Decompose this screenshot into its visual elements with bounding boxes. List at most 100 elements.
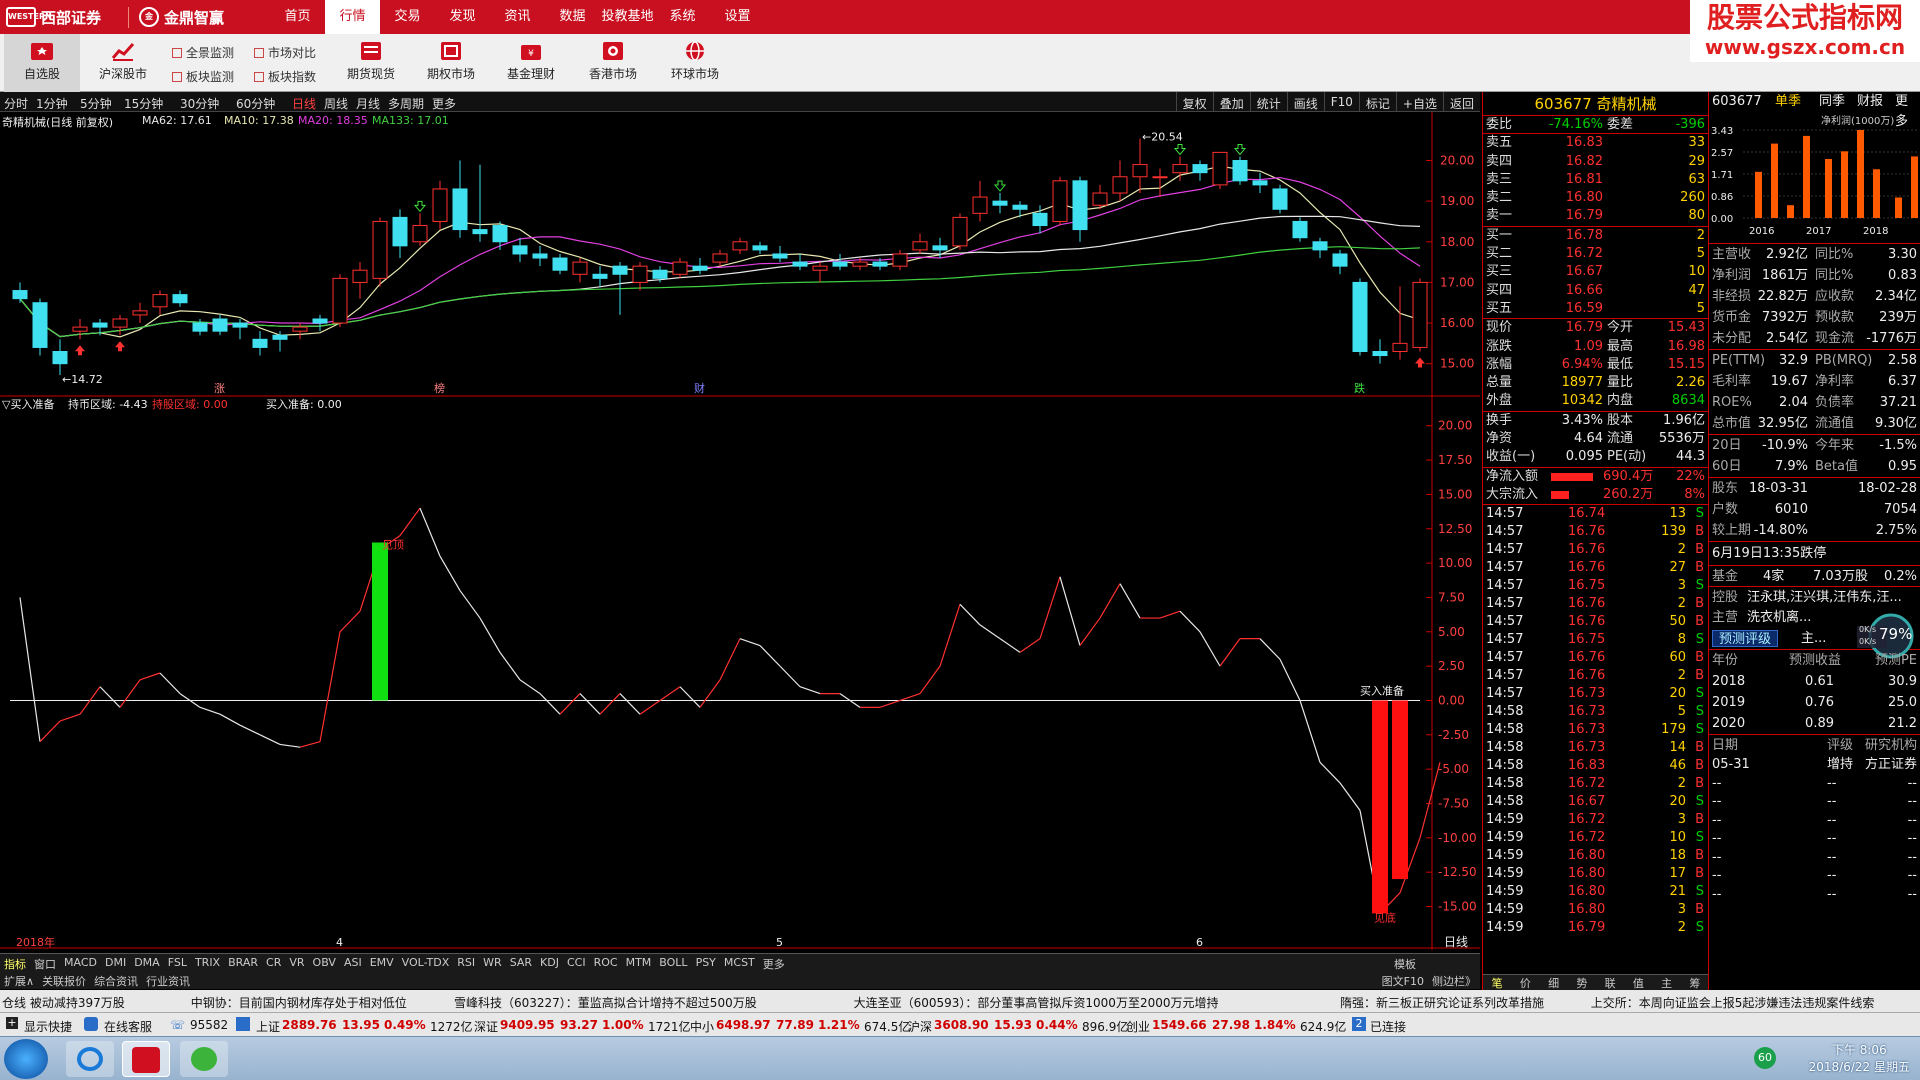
rating-button[interactable]: 预测评级 xyxy=(1712,630,1779,647)
candlestick-series[interactable] xyxy=(12,138,1428,376)
indicator-tab-18[interactable]: CCI xyxy=(563,954,590,971)
ext-tab-right-1[interactable]: 侧边栏》 xyxy=(1428,971,1480,989)
candle[interactable] xyxy=(332,274,348,328)
candle[interactable] xyxy=(252,331,268,356)
indicator-tab-8[interactable]: CR xyxy=(262,954,285,971)
news-item-0[interactable]: 仓线 被动减持397万股 xyxy=(2,994,125,1011)
candle[interactable] xyxy=(1272,184,1288,214)
menu-item-2[interactable]: 交易 xyxy=(380,0,435,34)
candle[interactable] xyxy=(692,258,708,275)
indicator-tab-14[interactable]: RSI xyxy=(453,954,479,971)
order-row[interactable]: 卖三 16.81 63 xyxy=(1483,171,1708,189)
ext-tab-1[interactable]: 关联报价 xyxy=(38,971,90,989)
event-marker-0[interactable]: 涨 xyxy=(214,382,225,395)
candle[interactable] xyxy=(1052,176,1068,226)
indicator-tab-right-0[interactable]: 模板 xyxy=(1390,954,1420,971)
chart-func-6[interactable]: +自选 xyxy=(1395,92,1443,112)
event-marker-3[interactable]: 跌 xyxy=(1354,381,1365,395)
candle[interactable] xyxy=(832,253,848,271)
indicator-tab-7[interactable]: BRAR xyxy=(224,954,262,971)
news-ticker[interactable]: 仓线 被动减持397万股 中钢协：目前国内钢材库存处于相对低位 雪峰科技（60322… xyxy=(0,990,1920,1012)
candle[interactable] xyxy=(632,262,648,291)
period-tab-7[interactable]: 周线 xyxy=(324,95,348,112)
candle[interactable] xyxy=(272,331,288,352)
event-marker-1[interactable]: 榜 xyxy=(434,381,445,395)
candle[interactable] xyxy=(1132,138,1148,194)
indicator-tab-19[interactable]: ROC xyxy=(590,954,622,971)
candle[interactable] xyxy=(1312,237,1328,259)
candle[interactable] xyxy=(52,339,68,376)
candle[interactable] xyxy=(512,237,528,263)
candle[interactable] xyxy=(212,314,228,336)
chart-canvas[interactable]: 20.00 19.00 18.00 17.00 16.00 15.00 ←20.54 ←14… xyxy=(0,112,1480,952)
candle[interactable] xyxy=(1292,217,1308,242)
taskbar-browser-icon[interactable] xyxy=(180,1041,228,1077)
candle[interactable] xyxy=(972,180,988,222)
f10-tab-2[interactable]: 同季 xyxy=(1819,92,1845,112)
indicator-tab-4[interactable]: DMA xyxy=(130,954,164,971)
tick-list[interactable]: 14:57 16.74 13 S 14:57 16.76 139 B 14:57 16.76 2 B 1… xyxy=(1483,505,1708,937)
event-notice[interactable]: 6月19日13:35跌停 xyxy=(1709,541,1920,565)
candle[interactable] xyxy=(432,180,448,230)
candle[interactable] xyxy=(472,164,488,242)
order-row[interactable]: 卖一 16.79 80 xyxy=(1483,207,1708,225)
indicator-tab-20[interactable]: MTM xyxy=(622,954,656,971)
menu-item-0[interactable]: 首页 xyxy=(270,0,325,34)
candle[interactable] xyxy=(452,160,468,238)
indicator-tab-10[interactable]: OBV xyxy=(309,954,340,971)
period-tab-6[interactable]: 日线 xyxy=(292,95,316,112)
candle[interactable] xyxy=(712,249,728,267)
order-row[interactable]: 卖五 16.83 33 xyxy=(1483,134,1708,152)
period-tab-9[interactable]: 多周期 xyxy=(388,95,424,112)
menu-item-4[interactable]: 资讯 xyxy=(490,0,545,34)
rating-row[interactable]: -- -- -- xyxy=(1709,775,1920,794)
indicator-tab-24[interactable]: 更多 xyxy=(759,954,789,971)
indicator-tab-9[interactable]: VR xyxy=(285,954,308,971)
bottom-signal-bar[interactable] xyxy=(1372,700,1388,914)
candle[interactable] xyxy=(172,290,188,307)
menu-item-5[interactable]: 数据 xyxy=(545,0,600,34)
taskbar-clock[interactable]: 下午 8:06 2018/6/22 星期五 xyxy=(1809,1042,1910,1076)
candle[interactable] xyxy=(232,318,248,340)
indicator-tab-17[interactable]: KDJ xyxy=(536,954,563,971)
menu-item-1[interactable]: 行情 xyxy=(325,0,380,34)
ext-tab-right-0[interactable]: 图文F10 xyxy=(1378,971,1428,989)
candle[interactable] xyxy=(1172,156,1188,181)
candle[interactable] xyxy=(732,237,748,254)
candle[interactable] xyxy=(412,213,428,246)
candle[interactable] xyxy=(952,213,968,250)
indicator-tab-1[interactable]: 窗口 xyxy=(30,954,60,971)
online-service-button[interactable]: 在线客服 xyxy=(104,1018,152,1035)
candle[interactable] xyxy=(12,282,28,303)
taskbar-ie-icon[interactable] xyxy=(66,1041,114,1077)
chart-func-7[interactable]: 返回 xyxy=(1442,92,1480,112)
indicator-tab-15[interactable]: WR xyxy=(479,954,506,971)
indicator-tab-3[interactable]: DMI xyxy=(101,954,130,971)
event-marker-2[interactable]: 财 xyxy=(694,381,705,395)
candle[interactable] xyxy=(112,314,128,336)
broker-logo[interactable]: WESTERN 西部证券 xyxy=(0,0,128,34)
candle[interactable] xyxy=(1072,176,1088,242)
tool-watchlist[interactable]: 自选股 xyxy=(4,34,80,92)
f10-tab-0[interactable]: 603677 xyxy=(1712,92,1762,112)
tool-sector-monitor[interactable]: 板块监测 xyxy=(172,68,234,85)
indicator-tab-11[interactable]: ASI xyxy=(340,954,366,971)
quick-display-button[interactable]: 显示快捷 xyxy=(24,1018,72,1035)
candle[interactable] xyxy=(352,262,368,299)
indicator-tab-5[interactable]: FSL xyxy=(164,954,191,971)
candle[interactable] xyxy=(372,217,388,287)
candle[interactable] xyxy=(1332,249,1348,275)
candle[interactable] xyxy=(1212,151,1228,189)
candle[interactable] xyxy=(1372,339,1388,364)
candle[interactable] xyxy=(892,249,908,271)
order-row[interactable]: 卖四 16.82 29 xyxy=(1483,153,1708,171)
indicator-tab-6[interactable]: TRIX xyxy=(191,954,224,971)
menu-item-7[interactable]: 系统 xyxy=(655,0,710,34)
order-row[interactable]: 买二 16.72 5 xyxy=(1483,245,1708,263)
ext-tab-3[interactable]: 行业资讯 xyxy=(142,971,194,989)
candle[interactable] xyxy=(292,323,308,340)
tool-fund-finance[interactable]: ¥ 基金理财 xyxy=(498,34,564,92)
tool-market-compare[interactable]: 市场对比 xyxy=(254,44,316,61)
taskbar-trading-app-icon[interactable] xyxy=(122,1041,170,1077)
period-tab-1[interactable]: 1分钟 xyxy=(36,95,68,112)
